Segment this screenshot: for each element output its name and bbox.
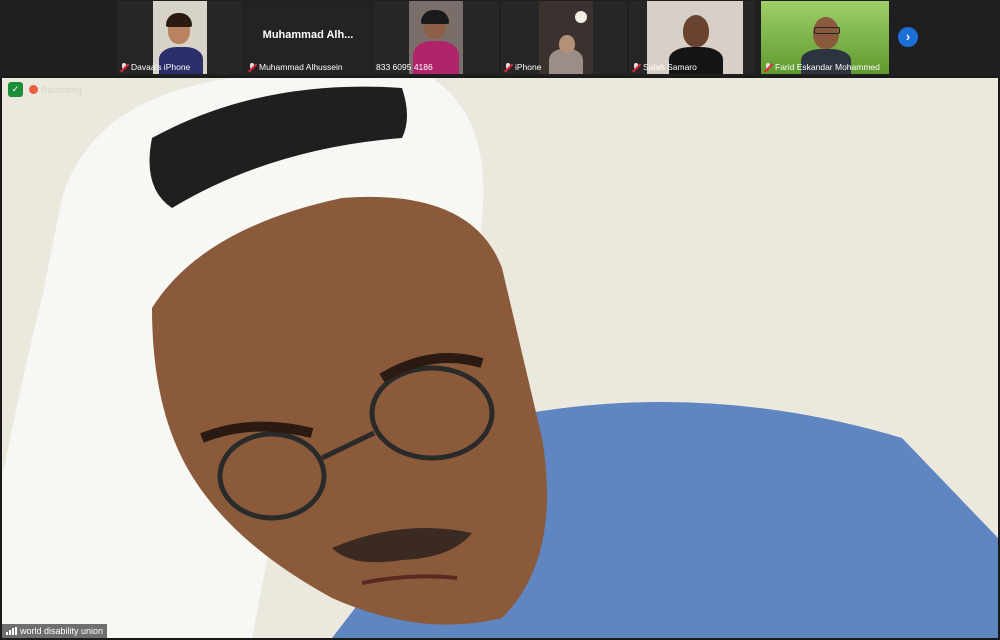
participant-tile[interactable]: Salah Samaro: [629, 1, 755, 74]
active-speaker-label: world disability union: [2, 624, 108, 638]
participant-video: [539, 1, 593, 74]
participant-name: Muhammad Alhussein: [259, 62, 343, 72]
next-page-chevron-right-icon[interactable]: ›: [898, 27, 918, 47]
participant-strip: Davaa's iPhone Muhammad Alh... Muhammad …: [0, 0, 1000, 76]
participant-tile[interactable]: Farid Eskandar Mohammed: [761, 1, 889, 74]
mic-muted-icon: [632, 62, 640, 72]
participant-tile[interactable]: Muhammad Alh... Muhammad Alhussein: [245, 1, 371, 74]
recording-indicator[interactable]: Recording: [29, 85, 82, 95]
signal-bars-icon: [6, 627, 17, 635]
participant-tile[interactable]: Davaa's iPhone: [117, 1, 243, 74]
record-icon: [29, 85, 38, 94]
shield-check-icon[interactable]: ✓: [8, 82, 23, 97]
participant-display-name: Muhammad Alh...: [262, 29, 354, 41]
recording-label: Recording: [41, 84, 83, 95]
participant-tile[interactable]: iPhone: [501, 1, 627, 74]
mic-muted-icon: [504, 62, 512, 72]
main-video: ✓ Recording world disability union: [2, 78, 998, 638]
mic-muted-icon: [248, 62, 256, 72]
mic-muted-icon: [764, 62, 772, 72]
participant-name: Davaa's iPhone: [131, 62, 191, 72]
speaker-name: world disability union: [20, 626, 104, 636]
participant-name: 833 6095 4186: [376, 62, 433, 72]
speaker-video-frame: [2, 78, 998, 638]
participant-tile[interactable]: 833 6095 4186: [373, 1, 499, 74]
participant-name: iPhone: [515, 62, 542, 72]
mic-muted-icon: [120, 62, 128, 72]
participant-name: Salah Samaro: [643, 62, 697, 72]
participant-name: Farid Eskandar Mohammed: [775, 62, 880, 72]
